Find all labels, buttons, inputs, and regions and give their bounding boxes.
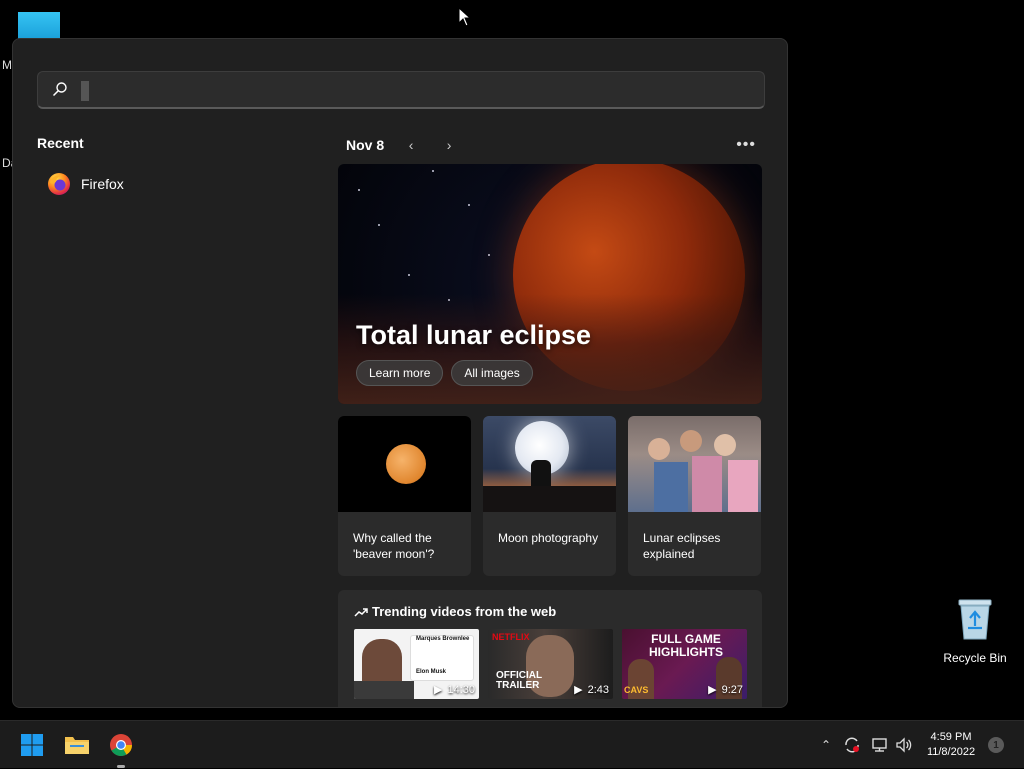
video-tweet-author: Marques Brownlee — [416, 636, 470, 642]
video-duration: 14:30 — [447, 683, 475, 696]
trending-arrow-icon — [354, 607, 368, 617]
recent-item-firefox[interactable]: Firefox — [37, 171, 327, 197]
trending-videos: Trending videos from the web Marques Bro… — [338, 590, 762, 707]
search-box[interactable] — [37, 71, 765, 109]
video-overlay-text: OFFICIAL TRAILER — [496, 670, 542, 691]
chevron-up-icon[interactable]: ⌃ — [816, 738, 836, 752]
chevron-right-icon[interactable]: › — [440, 136, 458, 154]
chevron-left-icon[interactable]: ‹ — [402, 136, 420, 154]
windows-logo-icon — [21, 734, 43, 756]
mouse-pointer-icon — [458, 7, 472, 27]
play-icon: ▶ — [434, 684, 443, 696]
highlight-cards: Why called the 'beaver moon'? Moon photo… — [338, 416, 761, 576]
file-explorer-button[interactable] — [61, 729, 93, 761]
team-label: CAVS — [624, 685, 649, 695]
recent-header: Recent — [37, 135, 84, 151]
learn-more-button[interactable]: Learn more — [356, 360, 444, 386]
recent-item-label: Firefox — [81, 176, 124, 192]
card-caption: Lunar eclipses explained — [643, 531, 721, 561]
card-image-moon-photographer — [483, 416, 616, 512]
firefox-icon — [48, 173, 70, 195]
volume-icon[interactable] — [894, 735, 914, 755]
star — [378, 224, 380, 226]
card-image-crowd — [628, 416, 761, 512]
video-overlay-text: FULL GAME HIGHLIGHTS — [649, 632, 723, 659]
recycle-bin-icon — [958, 599, 992, 640]
netflix-logo: NETFLIX — [492, 632, 530, 642]
all-images-button[interactable]: All images — [451, 360, 533, 386]
star — [488, 254, 490, 256]
more-options-icon[interactable]: ••• — [736, 136, 756, 154]
video-duration: 2:43 — [587, 683, 609, 696]
clock[interactable]: 4:59 PM 11/8/2022 — [918, 730, 984, 760]
recycle-bin[interactable]: Recycle Bin — [940, 598, 1010, 665]
search-panel: Recent Firefox Nov 8 ‹ › ••• Total lunar… — [12, 38, 788, 708]
play-icon: ▶ — [574, 684, 583, 696]
play-icon: ▶ — [708, 684, 717, 696]
video-thumbnail-3[interactable]: FULL GAME HIGHLIGHTS CAVS ▶ 9:27 — [622, 629, 747, 699]
text-caret — [81, 81, 89, 101]
recycle-bin-label: Recycle Bin — [943, 651, 1007, 665]
search-highlights: Nov 8 ‹ › ••• Total lunar eclipse Learn … — [338, 135, 764, 707]
video-thumbnail-1[interactable]: Marques Brownlee Elon Musk ▶ 14:30 — [354, 629, 479, 699]
search-input[interactable] — [94, 72, 754, 108]
card-lunar-eclipses[interactable]: Lunar eclipses explained — [628, 416, 761, 576]
folder-icon — [65, 737, 89, 754]
desktop-label-stub: M — [2, 58, 12, 72]
clock-date: 11/8/2022 — [926, 746, 976, 758]
video-thumbnail-2[interactable]: NETFLIX OFFICIAL TRAILER ▶ 2:43 — [488, 629, 613, 699]
chrome-icon — [110, 734, 132, 756]
video-tweet-author-2: Elon Musk — [416, 669, 447, 675]
card-moon-photography[interactable]: Moon photography — [483, 416, 616, 576]
hero-card[interactable]: Total lunar eclipse Learn more All image… — [338, 164, 762, 404]
start-button[interactable] — [16, 729, 48, 761]
highlights-date-row: Nov 8 ‹ › ••• — [338, 135, 764, 155]
card-image-full-moon — [338, 416, 471, 512]
search-icon — [52, 82, 67, 97]
video-duration: 9:27 — [721, 683, 743, 696]
highlights-date: Nov 8 — [346, 137, 385, 153]
clock-time: 4:59 PM — [930, 731, 972, 743]
star — [408, 274, 410, 276]
star — [468, 204, 470, 206]
network-icon[interactable] — [870, 735, 890, 755]
desktop-folder-icon[interactable] — [18, 12, 60, 40]
taskbar: ⌃ 4:59 PM 11/8/2022 — [0, 720, 1024, 768]
recent-section: Recent Firefox — [37, 135, 327, 197]
star — [358, 189, 360, 191]
sync-icon[interactable] — [842, 735, 862, 755]
chrome-button[interactable] — [105, 729, 137, 761]
star — [432, 170, 434, 172]
card-caption: Moon photography — [498, 531, 599, 545]
card-caption: Why called the 'beaver moon'? — [353, 531, 435, 561]
hero-title: Total lunar eclipse — [356, 320, 592, 350]
notification-badge[interactable]: 1 — [988, 737, 1004, 753]
system-tray: ⌃ — [816, 721, 914, 769]
trending-header: Trending videos from the web — [372, 604, 557, 619]
card-beaver-moon[interactable]: Why called the 'beaver moon'? — [338, 416, 471, 576]
